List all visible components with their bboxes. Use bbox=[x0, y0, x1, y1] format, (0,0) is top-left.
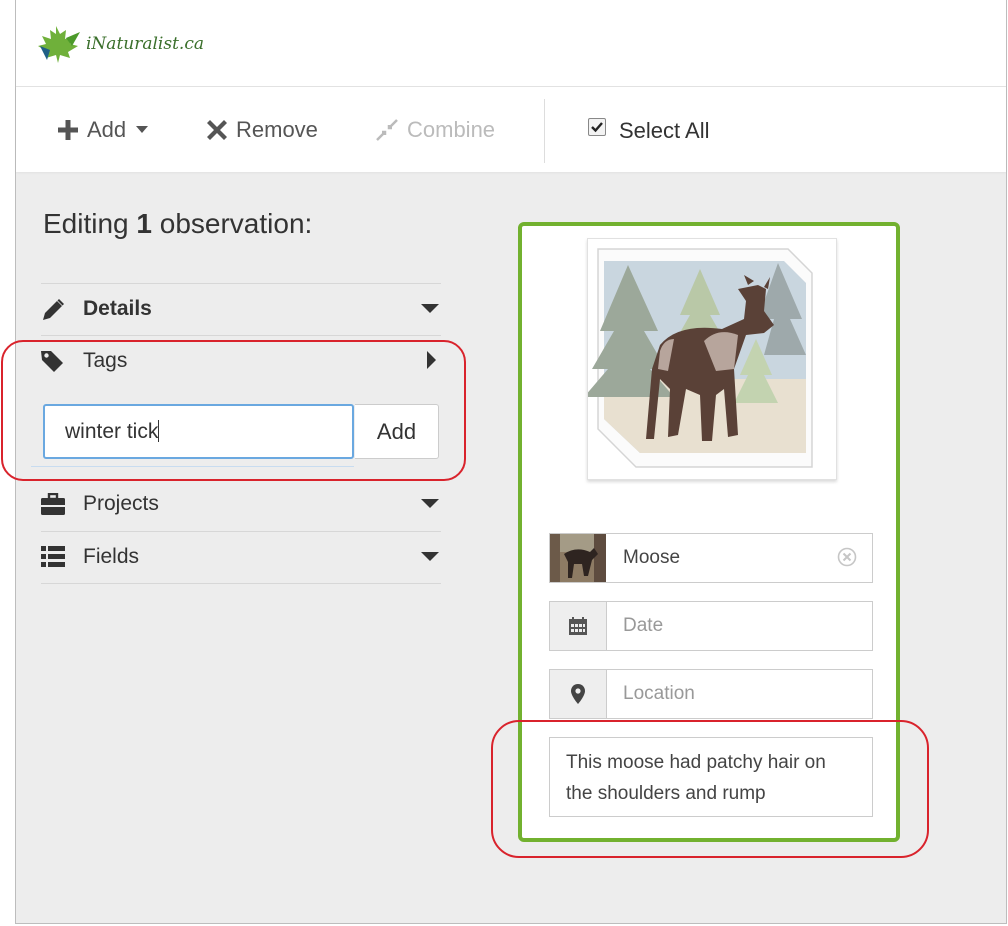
section-projects-label: Projects bbox=[83, 492, 159, 515]
editing-prefix: Editing bbox=[43, 208, 129, 239]
pencil-icon bbox=[43, 299, 64, 320]
section-fields-label: Fields bbox=[83, 545, 140, 568]
date-placeholder: Date bbox=[623, 615, 664, 636]
combine-button-label: Combine bbox=[407, 117, 496, 142]
moose-illustration bbox=[584, 248, 813, 468]
toolbar-divider bbox=[544, 99, 545, 163]
add-dropdown-button[interactable]: Add bbox=[58, 117, 149, 143]
section-fields[interactable]: Fields bbox=[41, 531, 441, 582]
select-all-label: Select All bbox=[619, 118, 710, 143]
checkbox-checked-icon bbox=[588, 118, 606, 136]
remove-button[interactable]: Remove bbox=[207, 117, 318, 143]
add-button-label: Add bbox=[87, 117, 127, 142]
location-placeholder: Location bbox=[623, 683, 695, 704]
clear-circle-icon[interactable] bbox=[837, 547, 857, 567]
caret-down-icon bbox=[421, 304, 439, 313]
species-field[interactable]: Moose bbox=[549, 533, 873, 583]
caret-down-icon bbox=[136, 126, 149, 133]
section-details-label: Details bbox=[83, 297, 152, 320]
species-value: Moose bbox=[623, 547, 681, 568]
section-projects[interactable]: Projects bbox=[41, 479, 441, 529]
caret-down-icon bbox=[421, 552, 439, 561]
section-divider bbox=[41, 583, 441, 585]
app-window: iNaturalist.ca Add Remove Combine Select… bbox=[1, 0, 1007, 924]
section-details[interactable]: Details bbox=[41, 283, 441, 334]
logo-text: iNaturalist.ca bbox=[86, 34, 204, 54]
select-all-checkbox[interactable]: Select All bbox=[588, 118, 710, 144]
editing-count: 1 bbox=[136, 208, 152, 239]
x-icon bbox=[207, 120, 227, 140]
caret-down-icon bbox=[421, 499, 439, 508]
remove-button-label: Remove bbox=[236, 117, 318, 142]
list-icon bbox=[41, 546, 65, 567]
combine-button[interactable]: Combine bbox=[376, 117, 495, 143]
maple-leaf-logo-icon bbox=[38, 26, 80, 63]
header-bar: iNaturalist.ca bbox=[16, 0, 1006, 87]
compress-icon bbox=[376, 119, 398, 141]
inaturalist-logo[interactable]: iNaturalist.ca bbox=[36, 24, 204, 64]
calendar-icon bbox=[569, 617, 587, 635]
tags-highlight-oval bbox=[1, 340, 466, 481]
location-field[interactable]: Location bbox=[549, 669, 873, 719]
editing-heading: Editing 1 observation: bbox=[43, 208, 312, 240]
observation-photo[interactable] bbox=[584, 238, 837, 480]
editing-suffix: observation: bbox=[159, 208, 313, 239]
species-thumbnail bbox=[550, 534, 606, 582]
date-field[interactable]: Date bbox=[549, 601, 873, 651]
plus-icon bbox=[58, 120, 78, 140]
location-addon bbox=[550, 670, 607, 718]
briefcase-icon bbox=[41, 493, 65, 515]
notes-highlight-oval bbox=[491, 720, 929, 858]
map-pin-icon bbox=[571, 684, 585, 704]
date-addon bbox=[550, 602, 607, 650]
toolbar: Add Remove Combine Select All bbox=[16, 87, 1006, 172]
